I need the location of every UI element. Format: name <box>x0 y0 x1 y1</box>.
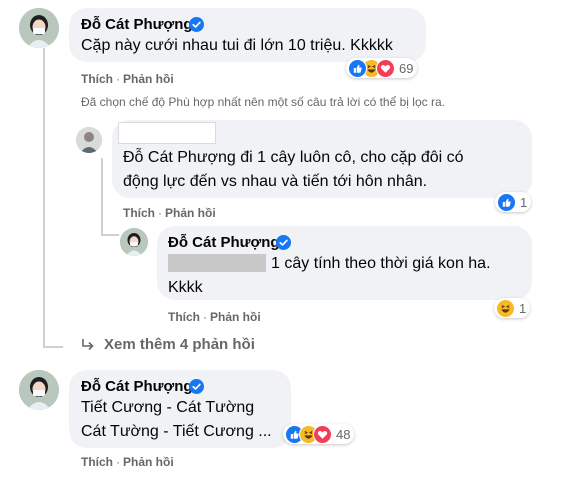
love-reaction-icon <box>313 424 332 444</box>
thread-line-main <box>43 48 45 348</box>
avatar-image <box>120 228 148 256</box>
reaction-summary[interactable]: 1 <box>495 192 532 212</box>
avatar[interactable] <box>120 228 148 256</box>
reply-author[interactable]: Đỗ Cát Phượng <box>168 234 280 251</box>
reply-link[interactable]: Phản hồi <box>210 310 261 324</box>
reply-actions: Thích · Phản hồi <box>123 206 216 220</box>
thread-line-branch <box>43 346 63 348</box>
reaction-count: 48 <box>336 426 351 442</box>
thread-line-reply1-branch <box>101 234 119 236</box>
filter-notice: Đã chọn chế độ Phù hợp nhất nên một số c… <box>81 95 445 109</box>
comment-text: Cặp này cưới nhau tui đi lớn 10 triệu. K… <box>81 37 393 54</box>
comment-actions: Thích · Phản hồi <box>81 455 174 469</box>
verified-badge-icon <box>276 235 291 250</box>
avatar-image <box>19 370 59 410</box>
comment-text-line1: Tiết Cương - Cát Tường <box>81 399 255 416</box>
comment-actions: Thích · Phản hồi <box>81 72 174 86</box>
haha-reaction-icon <box>496 298 515 318</box>
view-more-replies[interactable]: Xem thêm 4 phản hồi <box>80 336 255 353</box>
like-link[interactable]: Thích <box>168 310 200 324</box>
love-reaction-icon <box>376 58 395 78</box>
avatar[interactable] <box>19 370 59 410</box>
view-more-label: Xem thêm 4 phản hồi <box>104 336 255 353</box>
redacted-mention <box>168 254 266 272</box>
reply-text-line2: Kkkk <box>168 279 203 296</box>
reply-text-line1: Đỗ Cát Phượng đi 1 cây luôn cô, cho cặp … <box>123 149 464 166</box>
verified-badge-icon <box>189 17 204 32</box>
like-link[interactable]: Thích <box>81 72 113 86</box>
reply-link[interactable]: Phản hồi <box>123 72 174 86</box>
avatar-image <box>19 8 59 48</box>
verified-badge-icon <box>189 379 204 394</box>
like-reaction-icon <box>348 58 367 78</box>
like-reaction-icon <box>497 192 516 212</box>
reaction-summary[interactable]: 69 <box>346 58 418 78</box>
avatar[interactable] <box>76 127 102 153</box>
like-link[interactable]: Thích <box>81 455 113 469</box>
comment-author[interactable]: Đỗ Cát Phượng <box>81 378 193 395</box>
reply-arrow-icon <box>82 338 94 350</box>
reaction-summary[interactable]: 48 <box>283 424 355 444</box>
like-link[interactable]: Thích <box>123 206 155 220</box>
avatar[interactable] <box>19 8 59 48</box>
reaction-count: 1 <box>520 194 528 210</box>
redacted-name <box>118 122 216 144</box>
thread-line-reply1 <box>101 158 103 236</box>
reply-link[interactable]: Phản hồi <box>165 206 216 220</box>
reply-link[interactable]: Phản hồi <box>123 455 174 469</box>
reaction-summary[interactable]: 1 <box>494 298 531 318</box>
reply-actions: Thích · Phản hồi <box>168 310 261 324</box>
avatar-image <box>76 127 102 153</box>
reply-text-line1: 1 cây tính theo thời giá kon ha. <box>271 255 491 272</box>
comment-text-line2: Cát Tường - Tiết Cương ... <box>81 423 272 440</box>
reply-text-line2: động lực đến vs nhau và tiến tới hôn nhâ… <box>123 173 428 190</box>
comment-author[interactable]: Đỗ Cát Phượng <box>81 16 193 33</box>
reaction-count: 69 <box>399 60 414 76</box>
reaction-count: 1 <box>519 300 527 316</box>
